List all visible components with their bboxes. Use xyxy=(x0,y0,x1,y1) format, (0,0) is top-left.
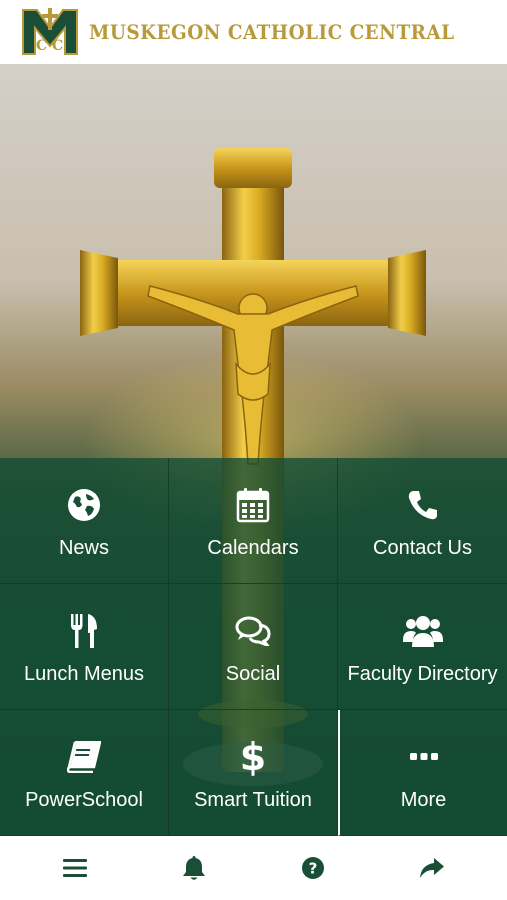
bottom-toolbar: ? xyxy=(0,836,507,900)
tile-faculty-directory[interactable]: Faculty Directory xyxy=(338,584,507,710)
ellipsis-icon xyxy=(409,739,439,775)
help-button[interactable]: ? xyxy=(293,848,333,888)
share-icon xyxy=(419,858,444,878)
bell-icon xyxy=(183,856,206,880)
tile-more[interactable]: More xyxy=(338,710,507,836)
svg-text:C: C xyxy=(36,38,47,54)
tile-label: PowerSchool xyxy=(25,789,143,811)
users-icon xyxy=(402,613,443,649)
menu-grid: News Calendars Contact Us Lunch Menus So… xyxy=(0,458,507,836)
help-icon: ? xyxy=(301,857,324,879)
tile-label: Smart Tuition xyxy=(194,789,312,811)
menu-icon xyxy=(63,859,88,877)
tile-label: Social xyxy=(225,663,281,685)
tile-label: Contact Us xyxy=(373,537,472,559)
tile-lunch-menus[interactable]: Lunch Menus xyxy=(0,584,169,710)
tile-smart-tuition[interactable]: $ Smart Tuition xyxy=(169,710,338,836)
share-button[interactable] xyxy=(412,848,452,888)
tile-label: More xyxy=(400,789,447,811)
tile-powerschool[interactable]: PowerSchool xyxy=(0,710,169,836)
globe-icon xyxy=(67,487,101,523)
menu-button[interactable] xyxy=(55,848,95,888)
tile-label: Calendars xyxy=(207,537,299,559)
chat-bubbles-icon xyxy=(235,613,271,649)
svg-text:C: C xyxy=(52,38,63,54)
utensils-icon xyxy=(69,613,99,649)
svg-text:?: ? xyxy=(309,860,318,878)
tile-news[interactable]: News xyxy=(0,458,169,584)
app-header: C C MUSKEGON CATHOLIC CENTRAL xyxy=(0,0,507,64)
tile-label: Faculty Directory xyxy=(347,663,498,685)
tile-label: News xyxy=(58,537,109,559)
book-icon xyxy=(67,739,101,775)
tile-social[interactable]: Social xyxy=(169,584,338,710)
tile-contact-us[interactable]: Contact Us xyxy=(338,458,507,584)
school-name: MUSKEGON CATHOLIC CENTRAL xyxy=(88,20,455,44)
dollar-icon: $ xyxy=(239,735,267,779)
phone-icon xyxy=(407,487,439,523)
tile-label: Lunch Menus xyxy=(23,663,145,685)
notifications-button[interactable] xyxy=(174,848,214,888)
tile-calendars[interactable]: Calendars xyxy=(169,458,338,584)
calendar-icon xyxy=(236,487,270,523)
mcc-logo-icon[interactable]: C C xyxy=(21,6,79,58)
